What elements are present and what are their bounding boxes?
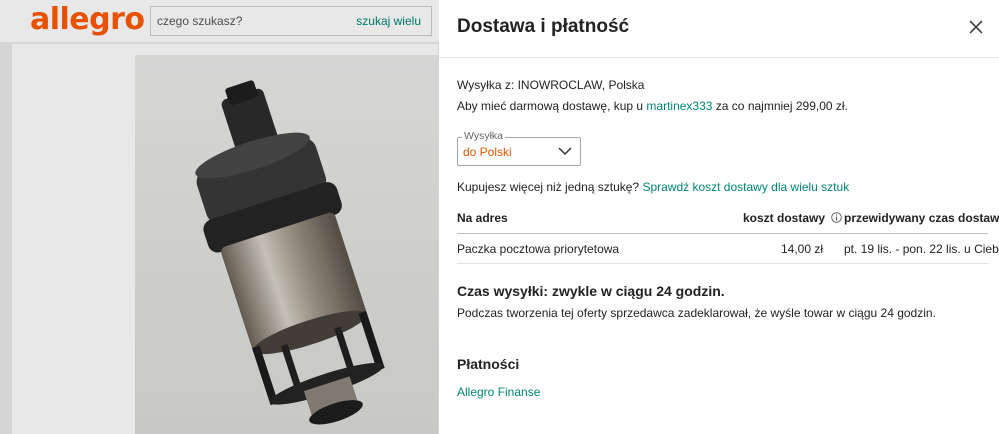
payment-method-link[interactable]: Allegro Finanse	[457, 385, 540, 399]
dialog-title: Dostawa i płatność	[457, 16, 630, 37]
multi-items-text: Kupujesz więcej niż jedną sztukę?	[457, 180, 643, 194]
seller-link[interactable]: martinex333	[646, 99, 712, 113]
close-icon[interactable]	[967, 18, 985, 36]
header-cost: koszt dostawy	[743, 211, 826, 225]
payments-heading: Płatności	[457, 356, 520, 372]
modal-backdrop[interactable]	[0, 0, 439, 434]
delivery-method-cost: 14,00 zł	[781, 242, 824, 256]
free-shipping-prefix: Aby mieć darmową dostawę, kup u	[457, 99, 647, 113]
info-icon[interactable]	[831, 212, 842, 223]
dispatch-time-heading: Czas wysyłki: zwykle w ciągu 24 godzin.	[457, 283, 725, 299]
delivery-method-name: Paczka pocztowa priorytetowa	[457, 242, 620, 256]
shipping-select-value[interactable]: do Polski	[463, 145, 512, 159]
delivery-method-time: pt. 19 lis. - pon. 22 lis. u Ciebie	[844, 242, 999, 256]
header-address: Na adres	[457, 211, 508, 225]
multi-items-cost-link[interactable]: Sprawdź koszt dostawy dla wielu sztuk	[642, 180, 849, 194]
chevron-down-icon[interactable]	[558, 146, 572, 156]
free-shipping-info: Aby mieć darmową dostawę, kup u martinex…	[457, 99, 848, 113]
title-divider	[439, 57, 999, 58]
delivery-payment-dialog: Dostawa i płatność Wysyłka z: INOWROCLAW…	[439, 0, 999, 434]
shipping-select-label: Wysyłka	[462, 130, 505, 142]
header-delivery-time: przewidywany czas dostawy	[844, 211, 999, 225]
table-row-divider	[457, 263, 988, 264]
multi-items-info: Kupujesz więcej niż jedną sztukę? Sprawd…	[457, 180, 849, 194]
shipping-destination-select[interactable]: Wysyłka do Polski	[457, 130, 581, 166]
dispatch-time-note: Podczas tworzenia tej oferty sprzedawca …	[457, 306, 936, 320]
free-shipping-suffix: za co najmniej 299,00 zł.	[712, 99, 848, 113]
table-header-divider	[457, 233, 988, 234]
ship-from-text: Wysyłka z: INOWROCLAW, Polska	[457, 78, 645, 92]
